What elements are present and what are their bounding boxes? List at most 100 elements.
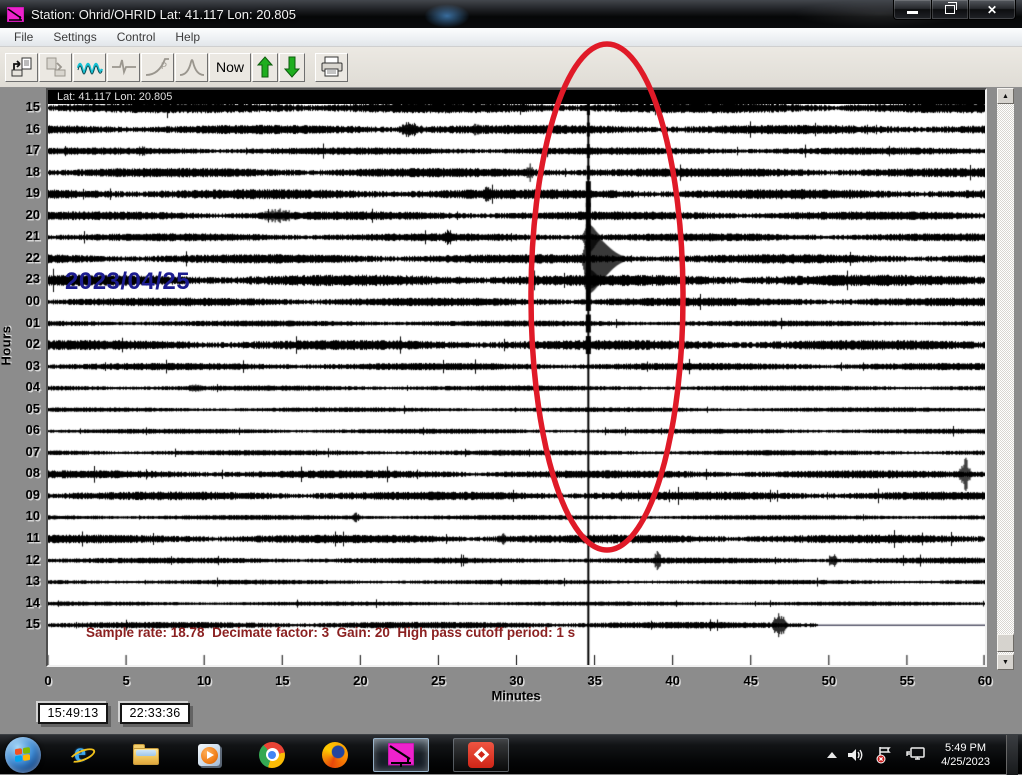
start-button[interactable] xyxy=(5,737,41,773)
hidden-icons-arrow[interactable] xyxy=(827,752,837,758)
app-icon xyxy=(7,7,24,22)
internet-explorer-icon[interactable]: e xyxy=(69,741,97,769)
clock-time: 5:49 PM xyxy=(941,741,990,755)
system-tray: 5:49 PM 4/25/2023 xyxy=(827,735,1022,775)
close-button[interactable]: ✕ xyxy=(969,0,1016,20)
show-desktop-button[interactable] xyxy=(1006,735,1018,775)
menu-control[interactable]: Control xyxy=(107,28,166,46)
open-report-button[interactable] xyxy=(5,53,38,82)
scroll-up-button[interactable] xyxy=(252,53,278,82)
scrollbar-down-button[interactable]: ▼ xyxy=(997,654,1014,670)
highpass-filter-button[interactable]: P xyxy=(141,53,174,82)
windows-explorer-icon[interactable] xyxy=(132,741,160,769)
trace-canvas[interactable] xyxy=(48,104,985,665)
hour-label: 02 xyxy=(0,336,40,351)
minute-tick-label: 15 xyxy=(275,673,289,688)
now-button[interactable]: Now xyxy=(209,53,251,82)
current-time-display: 15:49:13 xyxy=(38,703,108,724)
hour-label: 15 xyxy=(0,616,40,631)
action-center-flag-icon[interactable] xyxy=(875,746,895,764)
windows-flag-icon xyxy=(15,747,31,762)
hour-label: 10 xyxy=(0,508,40,523)
seismograph-app-icon xyxy=(388,743,414,767)
export-icon xyxy=(45,57,67,77)
clock-date: 4/25/2023 xyxy=(941,755,990,769)
restore-button[interactable] xyxy=(932,0,969,20)
menu-settings[interactable]: Settings xyxy=(43,28,106,46)
minute-tick-label: 20 xyxy=(353,673,367,688)
minute-tick-label: 45 xyxy=(744,673,758,688)
title-bar: Station: Ohrid/OHRID Lat: 41.117 Lon: 20… xyxy=(0,0,1022,28)
minute-tick-label: 55 xyxy=(900,673,914,688)
minute-tick-label: 30 xyxy=(509,673,523,688)
menu-help[interactable]: Help xyxy=(165,28,210,46)
minute-tick-label: 0 xyxy=(44,673,51,688)
firefox-icon[interactable] xyxy=(321,741,349,769)
waveform-display-button[interactable] xyxy=(73,53,106,82)
hour-label: 06 xyxy=(0,422,40,437)
scroll-down-button[interactable] xyxy=(279,53,305,82)
scrollbar-up-button[interactable]: ▲ xyxy=(997,88,1014,104)
x-axis-title: Minutes xyxy=(491,688,540,703)
hour-label: 04 xyxy=(0,379,40,394)
minute-tick-label: 25 xyxy=(431,673,445,688)
hour-label: 03 xyxy=(0,358,40,373)
media-player-icon[interactable] xyxy=(195,741,223,769)
hour-label: 01 xyxy=(0,315,40,330)
waveform-icon xyxy=(77,57,103,77)
hour-label: 19 xyxy=(0,185,40,200)
menu-file[interactable]: File xyxy=(4,28,43,46)
hour-label: 16 xyxy=(0,121,40,136)
taskbar-clock[interactable]: 5:49 PM 4/25/2023 xyxy=(935,741,996,769)
plot-coordinates-label: Lat: 41.117 Lon: 20.805 xyxy=(48,90,985,104)
hour-label: 17 xyxy=(0,142,40,157)
highpass-filter-icon: P xyxy=(145,56,171,78)
plot-scrollbar[interactable]: ▲ ▼ xyxy=(997,88,1014,670)
taskbar: e xyxy=(0,734,1022,774)
hour-label: 18 xyxy=(0,164,40,179)
volume-icon[interactable] xyxy=(847,747,865,763)
trace-pick-button[interactable] xyxy=(107,53,140,82)
toolbar: P Now xyxy=(0,47,1022,88)
hour-label: 15 xyxy=(0,99,40,114)
export-button[interactable] xyxy=(39,53,72,82)
hour-label: 21 xyxy=(0,228,40,243)
trace-pick-icon xyxy=(111,57,137,77)
date-annotation: 2023/04/25 xyxy=(65,268,190,296)
print-button[interactable] xyxy=(315,53,348,82)
minute-tick-label: 35 xyxy=(587,673,601,688)
chrome-icon[interactable] xyxy=(258,741,286,769)
open-report-icon xyxy=(11,57,33,77)
hour-label: 07 xyxy=(0,444,40,459)
hour-label: 08 xyxy=(0,465,40,480)
red-diamond-app-button[interactable] xyxy=(453,738,509,772)
seismograph-app-button[interactable] xyxy=(373,738,429,772)
window-title: Station: Ohrid/OHRID Lat: 41.117 Lon: 20… xyxy=(31,7,296,22)
minute-tick-label: 40 xyxy=(665,673,679,688)
hour-label: 23 xyxy=(0,271,40,286)
hour-label: 09 xyxy=(0,487,40,502)
titlebar-glow xyxy=(424,4,470,28)
hour-label: 13 xyxy=(0,573,40,588)
hour-label: 12 xyxy=(0,552,40,567)
minimize-button[interactable] xyxy=(893,0,932,20)
hour-label: 22 xyxy=(0,250,40,265)
up-arrow-icon xyxy=(257,56,273,78)
hour-label: 20 xyxy=(0,207,40,222)
acquisition-info-line: Sample rate: 18.78 Decimate factor: 3 Ga… xyxy=(86,625,575,640)
minute-tick-label: 50 xyxy=(822,673,836,688)
down-arrow-icon xyxy=(284,56,300,78)
minute-tick-label: 5 xyxy=(122,673,129,688)
printer-icon xyxy=(320,56,344,78)
hour-label: 05 xyxy=(0,401,40,416)
red-diamond-app-icon xyxy=(468,742,494,768)
event-time-display: 22:33:36 xyxy=(120,703,190,724)
menu-bar: File Settings Control Help xyxy=(0,28,1022,47)
minute-tick-label: 10 xyxy=(197,673,211,688)
hour-label: 00 xyxy=(0,293,40,308)
bell-curve-button[interactable] xyxy=(175,53,208,82)
scrollbar-thumb[interactable] xyxy=(997,634,1014,652)
network-icon[interactable] xyxy=(905,746,925,763)
hour-label: 11 xyxy=(0,530,40,545)
helicorder-plot: Lat: 41.117 Lon: 20.805 2023/04/25 Sampl… xyxy=(46,88,987,667)
